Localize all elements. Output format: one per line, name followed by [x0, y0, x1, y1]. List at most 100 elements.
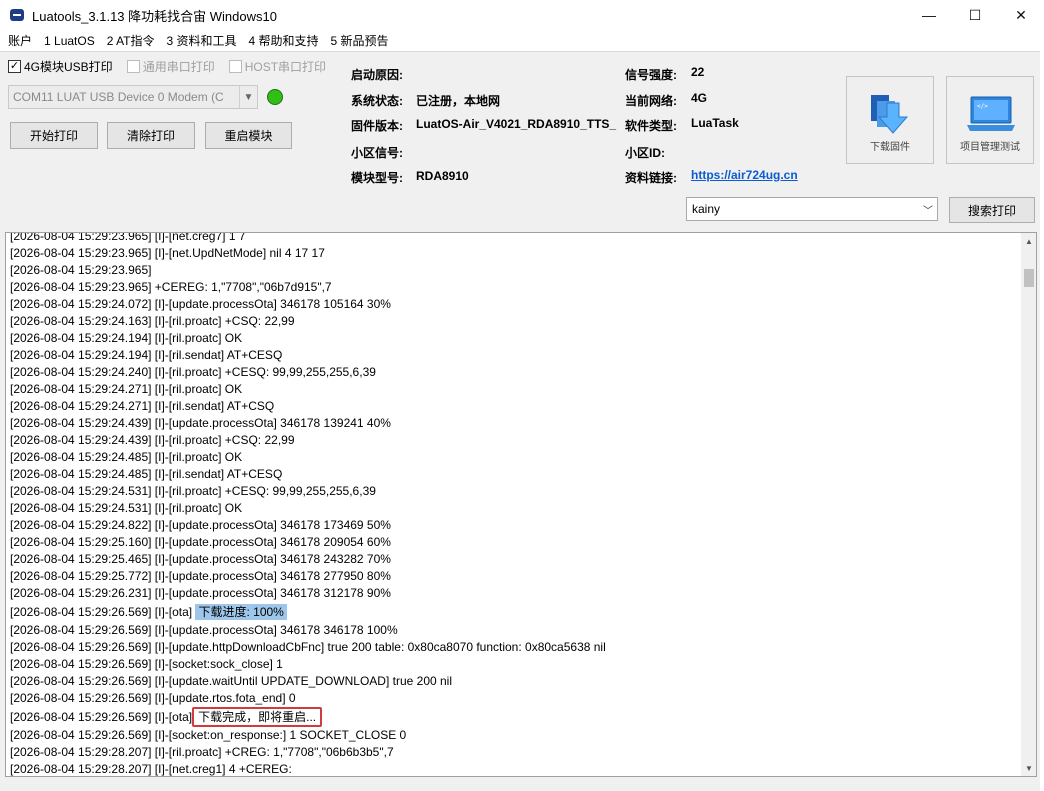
log-line-text: [2026-08-04 15:29:25.160] [I]-[update.pr… — [10, 535, 391, 549]
log-line: [2026-08-04 15:29:24.240] [I]-[ril.proat… — [10, 364, 1016, 381]
project-manager-button[interactable]: </> 项目管理测试 — [946, 76, 1034, 164]
start-print-button[interactable]: 开始打印 — [10, 122, 98, 149]
connection-status-icon — [267, 89, 283, 105]
menu-resources-tools[interactable]: 3 资料和工具 — [167, 32, 237, 49]
menu-luatos[interactable]: 1 LuatOS — [44, 34, 95, 48]
log-line-text: [2026-08-04 15:29:24.271] [I]-[ril.senda… — [10, 399, 275, 413]
log-line: [2026-08-04 15:29:24.485] [I]-[ril.senda… — [10, 466, 1016, 483]
log-line: [2026-08-04 15:29:28.207] [I]-[net.creg1… — [10, 761, 1016, 776]
software-type-value: LuaTask — [691, 116, 739, 130]
log-line: [2026-08-04 15:29:26.569] [I]-[update.pr… — [10, 622, 1016, 639]
log-line: [2026-08-04 15:29:24.531] [I]-[ril.proat… — [10, 483, 1016, 500]
log-line: [2026-08-04 15:29:24.271] [I]-[ril.senda… — [10, 398, 1016, 415]
log-line: [2026-08-04 15:29:24.439] [I]-[ril.proat… — [10, 432, 1016, 449]
log-line: [2026-08-04 15:29:24.194] [I]-[ril.proat… — [10, 330, 1016, 347]
chevron-down-icon: ﹀ — [923, 206, 933, 217]
log-line-text: [2026-08-04 15:29:24.439] [I]-[update.pr… — [10, 416, 391, 430]
download-firmware-label: 下载固件 — [870, 142, 910, 153]
maximize-button[interactable]: ☐ — [952, 0, 998, 30]
filter-select[interactable]: kainy ﹀ — [686, 197, 938, 221]
software-type-label: 软件类型: — [625, 119, 677, 133]
log-line-text: [2026-08-04 15:29:26.569] [I]-[ota] — [10, 710, 193, 724]
usb-print-label: 4G模块USB打印 — [24, 60, 113, 74]
serial-print-checkbox[interactable]: 通用串口打印 — [126, 58, 215, 75]
log-line-text: [2026-08-04 15:29:23.965] [I]-[net.creg7… — [10, 232, 246, 243]
print-options: ✓ 4G模块USB打印 通用串口打印 HOST串口打印 — [8, 58, 326, 75]
close-button[interactable]: ✕ — [998, 0, 1044, 30]
log-line-text: [2026-08-04 15:29:25.465] [I]-[update.pr… — [10, 552, 391, 566]
log-line-text: [2026-08-04 15:29:28.207] [I]-[net.creg1… — [10, 762, 292, 776]
log-line-text: [2026-08-04 15:29:24.485] [I]-[ril.proat… — [10, 450, 243, 464]
log-line: [2026-08-04 15:29:24.485] [I]-[ril.proat… — [10, 449, 1016, 466]
status-bar — [0, 778, 1044, 791]
log-line: [2026-08-04 15:29:26.231] [I]-[update.pr… — [10, 585, 1016, 602]
menu-new-products[interactable]: 5 新品预告 — [331, 32, 389, 49]
filter-value: kainy — [692, 202, 721, 216]
scroll-down-icon[interactable]: ▼ — [1021, 760, 1036, 776]
checkbox-empty-icon — [228, 60, 242, 73]
log-line-text: [2026-08-04 15:29:23.965] +CEREG: 1,"770… — [10, 280, 332, 294]
log-line: [2026-08-04 15:29:26.569] [I]-[ota] 下载完成，… — [10, 707, 1016, 727]
cell-signal-label: 小区信号: — [351, 146, 403, 160]
firmware-value: LuatOS-Air_V4021_RDA8910_TTS_ — [416, 117, 617, 131]
log-line-text: [2026-08-04 15:29:26.569] [I]-[socket:on… — [10, 728, 407, 742]
log-line: [2026-08-04 15:29:24.822] [I]-[update.pr… — [10, 517, 1016, 534]
window-title: Luatools_3.1.13 降功耗找合宙 Windows10 — [32, 8, 277, 24]
log-line-text: [2026-08-04 15:29:26.231] [I]-[update.pr… — [10, 586, 391, 600]
port-select[interactable]: COM11 LUAT USB Device 0 Modem (C ▼ — [8, 85, 258, 109]
cell-id-label: 小区ID: — [625, 146, 665, 160]
resource-link-label: 资料链接: — [625, 171, 677, 185]
menu-help-support[interactable]: 4 帮助和支持 — [249, 32, 319, 49]
download-firmware-button[interactable]: 下载固件 — [846, 76, 934, 164]
log-line: [2026-08-04 15:29:25.772] [I]-[update.pr… — [10, 568, 1016, 585]
log-highlight: 下载进度: 100% — [195, 604, 287, 620]
log-line-text: [2026-08-04 15:29:24.240] [I]-[ril.proat… — [10, 365, 376, 379]
network-label: 当前网络: — [625, 94, 677, 108]
log-line-text: [2026-08-04 15:29:24.271] [I]-[ril.proat… — [10, 382, 243, 396]
module-model-label: 模块型号: — [351, 171, 403, 185]
scrollbar-thumb[interactable] — [1024, 269, 1034, 287]
restart-module-button[interactable]: 重启模块 — [205, 122, 292, 149]
firmware-label: 固件版本: — [351, 119, 403, 133]
log-line-text: [2026-08-04 15:29:24.822] [I]-[update.pr… — [10, 518, 391, 532]
search-print-button[interactable]: 搜索打印 — [949, 197, 1035, 223]
log-line: [2026-08-04 15:29:25.465] [I]-[update.pr… — [10, 551, 1016, 568]
log-line: [2026-08-04 15:29:24.531] [I]-[ril.proat… — [10, 500, 1016, 517]
network-value: 4G — [691, 91, 708, 105]
app-logo-icon — [10, 9, 24, 21]
log-line-text: [2026-08-04 15:29:28.207] [I]-[ril.proat… — [10, 745, 394, 759]
menu-account[interactable]: 账户 — [8, 32, 32, 49]
resource-link[interactable]: https://air724ug.cn — [691, 168, 798, 182]
log-line: [2026-08-04 15:29:28.207] [I]-[ril.proat… — [10, 744, 1016, 761]
checkbox-checked-icon: ✓ — [8, 60, 21, 73]
log-line-text: [2026-08-04 15:29:23.965] — [10, 263, 152, 277]
log-line: [2026-08-04 15:29:23.965] [I]-[net.UpdNe… — [10, 245, 1016, 262]
svg-text:</>: </> — [977, 103, 988, 110]
control-panel: ✓ 4G模块USB打印 通用串口打印 HOST串口打印 COM11 LUAT U… — [0, 51, 1044, 231]
log-line-text: [2026-08-04 15:29:23.965] [I]-[net.UpdNe… — [10, 246, 325, 260]
log-annotation-box: 下载完成，即将重启... — [192, 707, 323, 727]
menu-at-commands[interactable]: 2 AT指令 — [107, 32, 155, 49]
log-output[interactable]: [2026-08-04 15:29:23.965] [I]-[net.creg7… — [5, 232, 1037, 777]
log-line-text: [2026-08-04 15:29:26.569] [I]-[update.ht… — [10, 640, 606, 654]
minimize-button[interactable]: — — [906, 0, 952, 30]
log-scrollbar[interactable]: ▲ ▼ — [1021, 233, 1036, 776]
serial-print-label: 通用串口打印 — [142, 60, 215, 74]
log-line-text: [2026-08-04 15:29:25.772] [I]-[update.pr… — [10, 569, 391, 583]
scroll-up-icon[interactable]: ▲ — [1021, 233, 1036, 249]
clear-print-button[interactable]: 清除打印 — [107, 122, 195, 149]
log-line-text: [2026-08-04 15:29:26.569] [I]-[update.wa… — [10, 674, 453, 688]
window-controls: — ☐ ✕ — [906, 0, 1044, 30]
log-line-text: [2026-08-04 15:29:24.439] [I]-[ril.proat… — [10, 433, 295, 447]
log-line: [2026-08-04 15:29:23.965] [I]-[net.creg7… — [10, 232, 1016, 245]
system-status-label: 系统状态: — [351, 94, 403, 108]
chevron-down-icon: ▼ — [239, 86, 257, 108]
log-line: [2026-08-04 15:29:24.163] [I]-[ril.proat… — [10, 313, 1016, 330]
log-line: [2026-08-04 15:29:26.569] [I]-[update.wa… — [10, 673, 1016, 690]
host-print-label: HOST串口打印 — [244, 60, 327, 74]
log-line-text: [2026-08-04 15:29:24.072] [I]-[update.pr… — [10, 297, 391, 311]
usb-print-checkbox[interactable]: ✓ 4G模块USB打印 — [8, 58, 113, 75]
log-line-text: [2026-08-04 15:29:26.569] [I]-[update.rt… — [10, 691, 296, 705]
host-print-checkbox[interactable]: HOST串口打印 — [228, 58, 327, 75]
log-line-text: [2026-08-04 15:29:24.531] [I]-[ril.proat… — [10, 484, 376, 498]
